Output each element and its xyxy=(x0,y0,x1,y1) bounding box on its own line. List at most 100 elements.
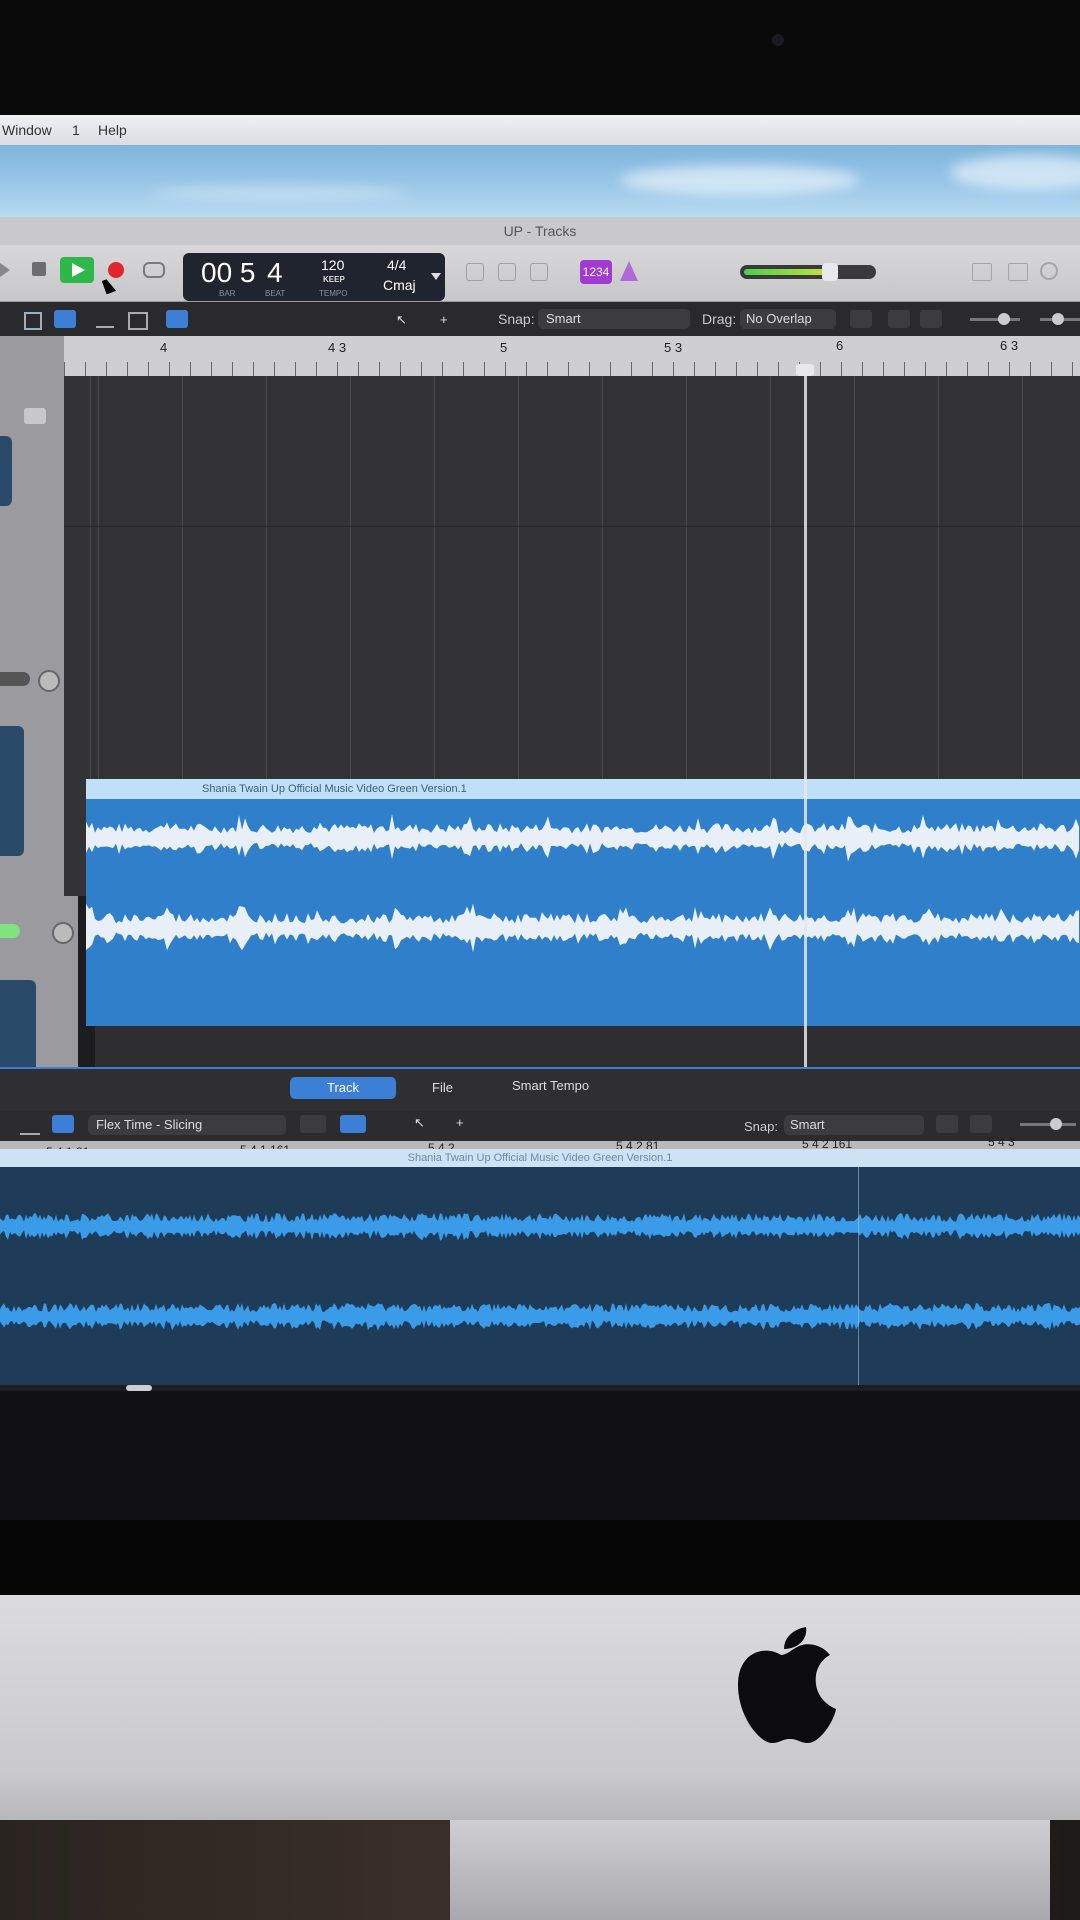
track-1-icon[interactable] xyxy=(0,436,12,506)
automation-icon[interactable] xyxy=(128,312,148,330)
screen: Window 1 Help UP - Tracks 1234 00 5 4 BA… xyxy=(0,115,1080,1520)
play-button[interactable] xyxy=(60,257,94,283)
volume-level-meter xyxy=(744,269,830,275)
playhead[interactable] xyxy=(804,370,807,1092)
window-title-bar: UP - Tracks xyxy=(0,217,1080,245)
flex-icon[interactable] xyxy=(166,310,188,328)
track-2-pan-knob[interactable] xyxy=(52,922,74,944)
tab-smart-tempo[interactable]: Smart Tempo xyxy=(512,1075,612,1097)
monitor-top-bezel xyxy=(0,0,1080,115)
editor-flex-toggle[interactable] xyxy=(340,1115,366,1133)
apple-logo-icon xyxy=(738,1627,836,1743)
forward-icon[interactable] xyxy=(0,263,10,277)
solo-icon[interactable] xyxy=(530,263,548,281)
lcd-beat-label: BEAT xyxy=(265,289,286,298)
editor-region-title-bar[interactable]: Shania Twain Up Official Music Video Gre… xyxy=(0,1149,1080,1167)
region-title-bar[interactable]: Shania Twain Up Official Music Video Gre… xyxy=(86,779,1080,799)
pointer-tool-icon[interactable]: ↖ xyxy=(396,312,418,327)
snap-dropdown[interactable]: Smart xyxy=(538,309,690,329)
editor-zoom-slider[interactable] xyxy=(1020,1118,1076,1130)
lcd-dropdown-icon[interactable] xyxy=(431,273,441,280)
master-volume-slider[interactable] xyxy=(740,263,876,281)
tab-file[interactable]: File xyxy=(432,1077,492,1099)
editor-tab-bar: Track File Smart Tempo xyxy=(0,1067,1080,1113)
lcd-display[interactable]: 00 5 4 BAR BEAT 120 KEEP TEMPO 4/4 Cmaj xyxy=(183,253,445,301)
editor-snap-dropdown[interactable]: Smart xyxy=(784,1115,924,1135)
region-title: Shania Twain Up Official Music Video Gre… xyxy=(202,783,467,795)
lcd-keep-label: KEEP xyxy=(323,275,345,284)
mouse-cursor-icon xyxy=(101,277,117,295)
lcd-tempo-value[interactable]: 120 xyxy=(321,257,344,273)
ruler-mark-6-3: 6 3 xyxy=(1000,338,1019,353)
add-track-button[interactable] xyxy=(24,408,46,424)
pencil-tool-icon[interactable]: + xyxy=(440,312,462,327)
window-title: UP - Tracks xyxy=(503,223,577,239)
editor-pointer-tool-icon[interactable]: ↖ xyxy=(414,1115,425,1131)
drag-value: No Overlap xyxy=(746,311,812,326)
waveform-zoom-icon[interactable] xyxy=(850,310,872,328)
zoom-slider-knob[interactable] xyxy=(998,313,1010,325)
note-pad-icon[interactable] xyxy=(1008,263,1028,281)
ruler-mark-4: 4 xyxy=(160,340,168,355)
editor-audio-region[interactable] xyxy=(0,1167,1080,1385)
pencil-icon[interactable] xyxy=(498,263,516,281)
horizontal-zoom-icon[interactable] xyxy=(920,310,942,328)
vertical-zoom-icon[interactable] xyxy=(888,310,910,328)
editor-pencil-tool-icon[interactable]: + xyxy=(456,1115,464,1130)
cycle-icon[interactable] xyxy=(143,262,165,278)
tab-track[interactable]: Track xyxy=(290,1077,396,1099)
flex-mode-value: Flex Time - Slicing xyxy=(96,1117,203,1132)
audio-region[interactable] xyxy=(86,779,1080,1026)
editor-zoom-2-icon[interactable] xyxy=(970,1115,992,1133)
track-2-fader[interactable] xyxy=(0,924,20,938)
flex-mode-dropdown[interactable]: Flex Time - Slicing xyxy=(88,1115,286,1135)
zoom-slider[interactable] xyxy=(970,313,1020,325)
editor-zoom-icon[interactable] xyxy=(936,1115,958,1133)
grid-view-icon[interactable] xyxy=(24,312,42,330)
ruler-mark-6: 6 xyxy=(836,338,844,353)
monitor-bottom-bezel xyxy=(0,1520,1080,1595)
track-2-icon[interactable] xyxy=(0,726,24,856)
editor-playhead-line xyxy=(858,1167,859,1385)
editor-link-icon[interactable] xyxy=(300,1115,326,1133)
track-1-fader[interactable] xyxy=(0,672,30,686)
editor-toolbar: Flex Time - Slicing ↖ + Snap: Smart xyxy=(0,1111,1080,1141)
zoom-slider-2[interactable] xyxy=(1040,313,1080,325)
list-editor-icon[interactable] xyxy=(972,263,992,281)
editor-flex-icon[interactable] xyxy=(52,1115,74,1133)
lcd-signature[interactable]: 4/4 xyxy=(387,257,406,273)
ruler-mark-4-3: 4 3 xyxy=(328,340,347,355)
camera-dot xyxy=(772,34,784,46)
play-icon xyxy=(72,263,85,277)
menu-help[interactable]: Help xyxy=(98,122,127,138)
volume-knob[interactable] xyxy=(822,263,838,281)
playhead-handle[interactable] xyxy=(796,364,814,376)
editor-ruler-mark-6: 5 4 3 xyxy=(988,1135,1015,1149)
metronome-icon[interactable] xyxy=(620,261,638,281)
browser-search-icon[interactable] xyxy=(1040,262,1058,280)
menu-bar: Window 1 Help xyxy=(0,115,1080,145)
track-1-pan-knob[interactable] xyxy=(38,670,60,692)
timeline-ruler[interactable]: 4 4 3 5 5 3 6 6 3 xyxy=(64,336,1080,376)
lcd-beat-value: 4 xyxy=(267,257,283,288)
editor-region-title: Shania Twain Up Official Music Video Gre… xyxy=(407,1152,673,1164)
count-in-button[interactable]: 1234 xyxy=(580,260,612,284)
autopunch-icon[interactable] xyxy=(466,263,484,281)
lcd-key[interactable]: Cmaj xyxy=(383,277,416,293)
menu-window[interactable]: Window xyxy=(2,122,52,138)
editor-zoom-knob[interactable] xyxy=(1050,1118,1062,1130)
ruler-mark-5: 5 xyxy=(500,340,508,355)
lcd-bar-value: 00 5 xyxy=(201,257,256,288)
stop-button[interactable] xyxy=(32,262,46,276)
toolbar-icons-mid xyxy=(466,261,556,283)
drag-dropdown[interactable]: No Overlap xyxy=(740,309,836,329)
ruler-mark-5-3: 5 3 xyxy=(664,340,683,355)
list-view-icon[interactable] xyxy=(54,310,76,328)
lcd-bar-label: BAR xyxy=(219,289,236,298)
editor-catch-icon[interactable] xyxy=(20,1117,40,1135)
record-button[interactable] xyxy=(108,262,124,278)
catch-icon[interactable] xyxy=(96,312,114,328)
control-bar: 1234 xyxy=(0,245,1080,302)
zoom-slider-2-knob[interactable] xyxy=(1052,313,1064,325)
menu-1[interactable]: 1 xyxy=(72,122,80,138)
